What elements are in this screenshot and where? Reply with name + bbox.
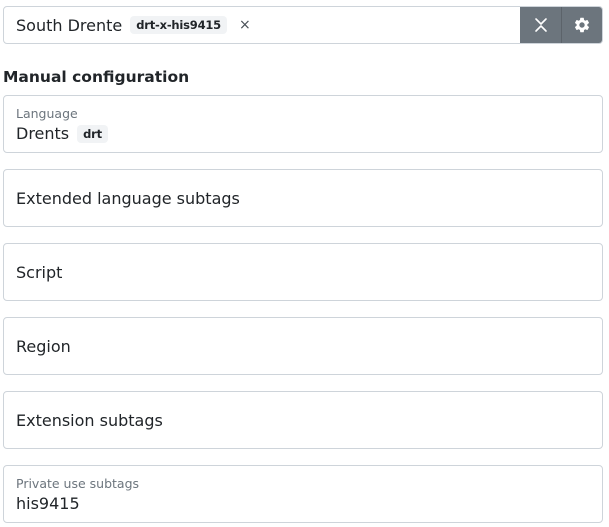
clear-selection-icon[interactable]: × — [239, 18, 251, 32]
selected-language-name: South Drente — [16, 15, 123, 35]
region-field[interactable]: Region — [3, 317, 603, 375]
language-field-label: Language — [16, 106, 78, 121]
extension-subtags-field[interactable]: Extension subtags — [3, 391, 603, 449]
manual-configuration-heading: Manual configuration — [3, 68, 190, 86]
private-use-subtags-label: Private use subtags — [16, 476, 140, 491]
language-field[interactable]: Language Drents drt — [3, 95, 603, 153]
language-value-name: Drents — [16, 124, 70, 143]
gear-icon — [574, 17, 590, 33]
collapse-chevrons-icon — [534, 18, 547, 32]
toggle-collapse-button[interactable] — [520, 7, 561, 43]
selected-value-area[interactable]: South Drente drt-x-his9415 × — [4, 7, 520, 43]
settings-button[interactable] — [561, 7, 602, 43]
script-field[interactable]: Script — [3, 243, 603, 301]
extended-language-subtags-label: Extended language subtags — [16, 188, 240, 208]
selected-tag-badge: drt-x-his9415 — [130, 16, 227, 34]
script-label: Script — [16, 262, 63, 282]
language-field-value: Drents drt — [16, 124, 108, 143]
language-code-badge: drt — [77, 124, 108, 143]
extended-language-subtags-field[interactable]: Extended language subtags — [3, 169, 603, 227]
language-tag-selector[interactable]: South Drente drt-x-his9415 × — [3, 6, 603, 44]
extension-subtags-label: Extension subtags — [16, 410, 163, 430]
region-label: Region — [16, 336, 71, 356]
private-use-subtags-value: his9415 — [16, 494, 80, 513]
private-use-subtags-field[interactable]: Private use subtags his9415 — [3, 465, 603, 523]
